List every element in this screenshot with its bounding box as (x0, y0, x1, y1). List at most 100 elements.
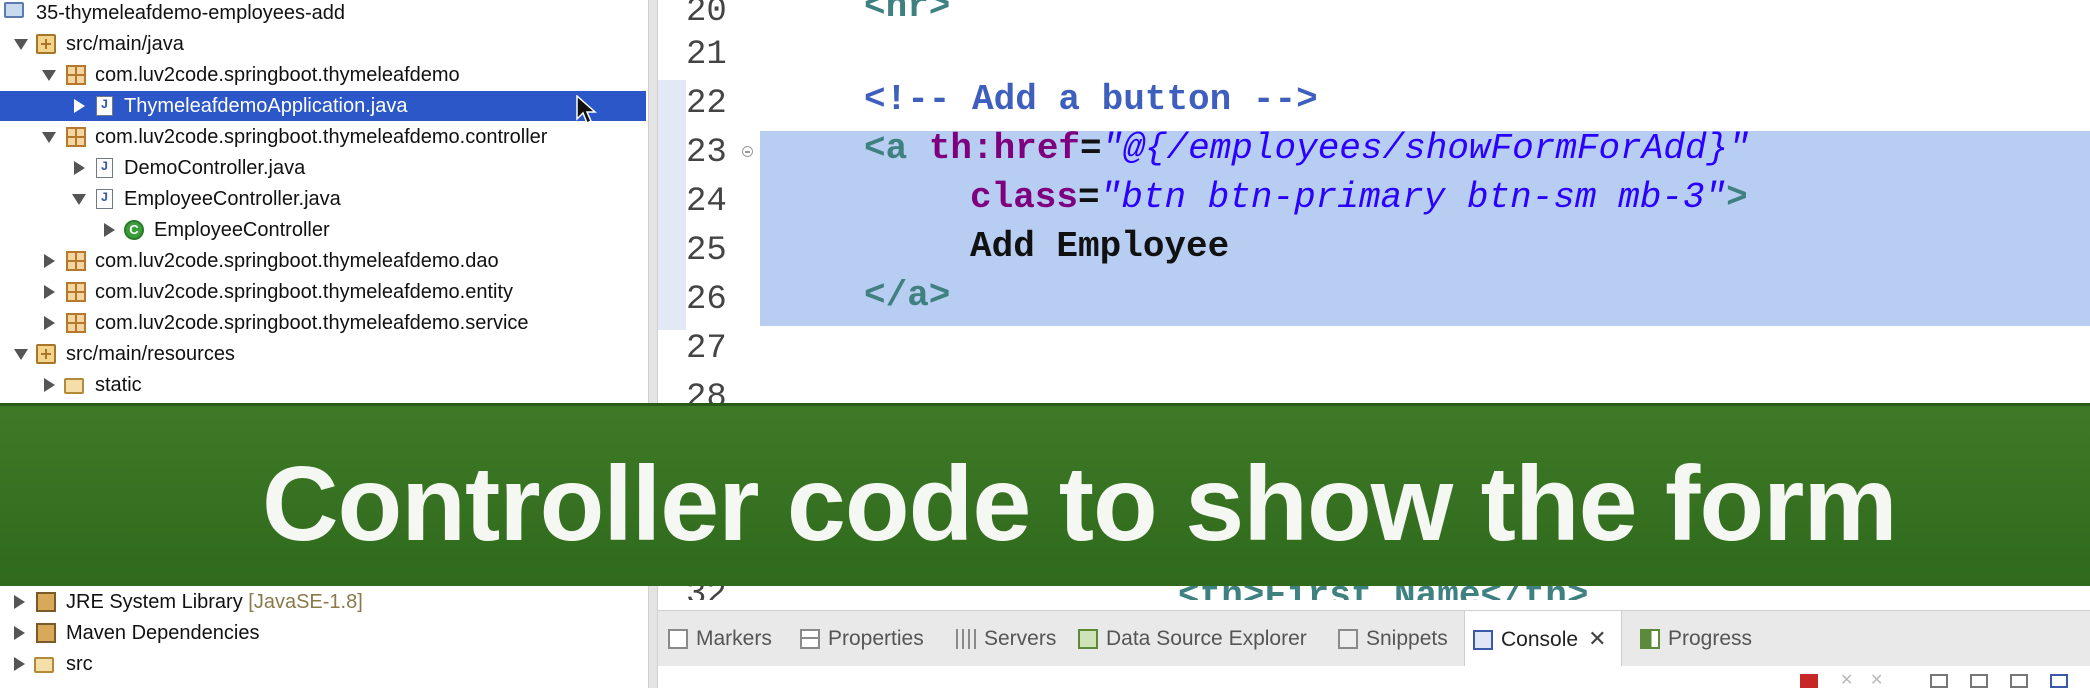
chevron-down-icon[interactable] (42, 70, 56, 81)
chevron-right-icon[interactable] (74, 99, 85, 113)
tree-row-package-dao[interactable]: com.luv2code.springboot.thymeleafdemo.da… (0, 246, 646, 276)
code-line-23: <a th:href="@{/employees/showFormForAdd}… (864, 128, 1750, 177)
tab-progress[interactable]: Progress (1640, 611, 1752, 667)
mouse-cursor-icon (576, 95, 597, 125)
properties-icon (800, 629, 820, 650)
chevron-down-icon[interactable] (72, 194, 86, 205)
code-line-24: class="btn btn-primary btn-sm mb-3"> (970, 177, 1748, 226)
scroll-lock-icon[interactable] (1970, 674, 1988, 688)
tree-row-src-main-resources[interactable]: src/main/resources (0, 339, 646, 369)
code-line-20: <hr> (864, 0, 951, 27)
chevron-down-icon[interactable] (14, 39, 28, 50)
caption-banner: Controller code to show the form (0, 403, 2090, 586)
line-number: 21 (686, 36, 727, 74)
chevron-right-icon[interactable] (14, 657, 25, 671)
code-equals: = (1078, 177, 1100, 218)
markers-icon (668, 629, 688, 650)
display-console-icon[interactable] (2050, 674, 2068, 688)
project-icon (4, 2, 24, 18)
tree-row-label: static (95, 374, 142, 396)
chevron-right-icon[interactable] (14, 595, 25, 609)
servers-icon (956, 629, 976, 650)
tree-row-static[interactable]: static (0, 370, 646, 400)
chevron-right-icon[interactable] (74, 161, 85, 175)
chevron-down-icon[interactable] (14, 349, 28, 360)
tree-row-label: com.luv2code.springboot.thymeleafdemo.co… (95, 126, 548, 148)
line-number: 26 (686, 281, 727, 319)
tree-row-src-main-java[interactable]: src/main/java (0, 29, 646, 59)
tree-row-label: Maven Dependencies (66, 622, 260, 644)
chevron-right-icon[interactable] (44, 285, 55, 299)
tree-row-demo-controller[interactable]: J DemoController.java (0, 153, 646, 183)
tab-label: Snippets (1366, 627, 1448, 650)
tree-row-label: com.luv2code.springboot.thymeleafdemo.en… (95, 281, 514, 303)
code-line-22: <!-- Add a button --> (864, 79, 1318, 120)
code-equals: = (1080, 128, 1102, 169)
tree-row-jre-system-library[interactable]: JRE System Library [JavaSE-1.8] (0, 587, 646, 617)
tree-row-label: EmployeeController.java (124, 188, 341, 210)
chevron-right-icon[interactable] (44, 316, 55, 330)
tree-row-label: JRE System Library [JavaSE-1.8] (66, 587, 363, 617)
package-icon (66, 65, 86, 85)
tree-row-src[interactable]: src (0, 649, 646, 679)
tab-properties[interactable]: Properties (800, 611, 924, 667)
tree-row-maven-dependencies[interactable]: Maven Dependencies (0, 618, 646, 648)
pin-console-icon[interactable] (2010, 674, 2028, 688)
source-folder-icon (36, 34, 56, 54)
folder-icon (64, 378, 84, 394)
tree-row-employee-controller-class[interactable]: C EmployeeController (0, 215, 646, 245)
bottom-panel-tabs: Markers Properties Servers Data Source E… (658, 610, 2090, 667)
chevron-right-icon[interactable] (104, 223, 115, 237)
tree-row-thymeleafdemo-application[interactable]: J ThymeleafdemoApplication.java (0, 91, 646, 125)
snippets-icon (1338, 629, 1358, 650)
editor-selection-ruler (658, 80, 686, 330)
code-tag: > (1726, 177, 1748, 218)
library-icon (36, 592, 56, 612)
close-icon[interactable]: ✕ (1588, 611, 1606, 667)
tab-label: Console (1501, 628, 1579, 651)
tab-servers[interactable]: Servers (956, 611, 1056, 667)
tree-row-label: com.luv2code.springboot.thymeleafdemo.da… (95, 250, 499, 272)
java-file-icon: J (96, 96, 113, 116)
code-string: "btn btn-primary btn-sm mb-3" (1099, 177, 1727, 218)
tab-markers[interactable]: Markers (668, 611, 772, 667)
code-string: "@{/employees/showFormForAdd}" (1101, 128, 1750, 169)
chevron-right-icon[interactable] (14, 626, 25, 640)
code-tag: <a (864, 128, 929, 169)
java-file-icon: J (96, 158, 113, 178)
tab-label: Markers (696, 627, 772, 650)
tree-row-package-controller[interactable]: com.luv2code.springboot.thymeleafdemo.co… (0, 122, 646, 152)
tree-row-label: src/main/java (66, 33, 184, 55)
tree-row-project[interactable]: 35-thymeleafdemo-employees-add (0, 0, 646, 28)
tree-row-package-thymeleafdemo[interactable]: com.luv2code.springboot.thymeleafdemo (0, 60, 646, 90)
class-icon: C (124, 220, 144, 240)
folder-icon (34, 657, 54, 673)
tab-console[interactable]: Console ✕ (1464, 611, 1622, 667)
caption-text: Controller code to show the form (262, 445, 1898, 563)
library-icon (36, 623, 56, 643)
line-number: 27 (686, 330, 727, 368)
clear-console-icon[interactable] (1930, 674, 1948, 688)
tree-row-label: ThymeleafdemoApplication.java (124, 95, 408, 117)
chevron-down-icon[interactable] (42, 132, 56, 143)
chevron-right-icon[interactable] (44, 378, 55, 392)
tree-row-package-entity[interactable]: com.luv2code.springboot.thymeleafdemo.en… (0, 277, 646, 307)
remove-all-icon[interactable]: ✕ (1870, 673, 1888, 689)
remove-launch-icon[interactable]: ✕ (1840, 673, 1858, 689)
tree-row-label: EmployeeController (154, 219, 330, 241)
tab-data-source-explorer[interactable]: Data Source Explorer (1078, 611, 1307, 667)
package-icon (66, 313, 86, 333)
progress-icon (1640, 629, 1660, 650)
tree-row-employee-controller-java[interactable]: J EmployeeController.java (0, 184, 646, 214)
source-folder-icon (36, 344, 56, 364)
package-icon (66, 127, 86, 147)
package-icon (66, 251, 86, 271)
chevron-right-icon[interactable] (44, 254, 55, 268)
fold-collapse-icon[interactable] (742, 146, 753, 157)
tab-label: Servers (984, 627, 1057, 650)
tree-row-label: com.luv2code.springboot.thymeleafdemo (95, 64, 460, 86)
terminate-icon[interactable] (1800, 674, 1818, 688)
tab-snippets[interactable]: Snippets (1338, 611, 1448, 667)
library-name: JRE System Library (66, 591, 243, 613)
tree-row-package-service[interactable]: com.luv2code.springboot.thymeleafdemo.se… (0, 308, 646, 338)
